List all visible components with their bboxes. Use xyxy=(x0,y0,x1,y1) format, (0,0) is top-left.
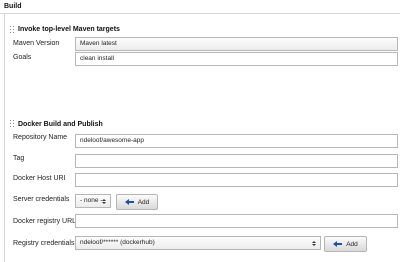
drag-handle-icon[interactable] xyxy=(10,26,15,34)
goals-label: Goals xyxy=(13,54,32,61)
tag-input[interactable] xyxy=(75,154,398,168)
docker-host-uri-label: Docker Host URI xyxy=(13,175,66,182)
docker-registry-url-input[interactable] xyxy=(75,214,398,228)
registry-credentials-value: ndeloof/****** (dockerhub) xyxy=(80,239,155,246)
repository-name-input[interactable]: ndeloof/awesome-app xyxy=(75,134,398,148)
maven-version-select[interactable]: Maven latest xyxy=(75,37,398,51)
goals-input[interactable]: clean install xyxy=(75,52,398,66)
drag-handle-icon[interactable] xyxy=(10,120,15,128)
docker-host-uri-input[interactable] xyxy=(75,173,398,187)
server-credentials-value: - none - xyxy=(80,197,103,204)
repository-name-label: Repository Name xyxy=(13,134,68,141)
build-section-title: Build xyxy=(4,3,22,10)
registry-credentials-label: Registry credentials xyxy=(13,240,75,247)
add-button-label: Add xyxy=(137,198,150,206)
left-border xyxy=(4,13,5,262)
server-credentials-label: Server credentials xyxy=(13,196,70,203)
select-arrows-icon xyxy=(102,198,107,204)
add-arrow-icon xyxy=(124,199,134,205)
tag-label: Tag xyxy=(13,155,25,162)
add-button-label: Add xyxy=(346,240,358,248)
add-server-credentials-button[interactable]: Add xyxy=(116,194,158,210)
build-title-divider xyxy=(0,13,400,14)
registry-credentials-select[interactable]: ndeloof/****** (dockerhub) xyxy=(75,236,321,250)
maven-version-value: Maven latest xyxy=(80,40,117,47)
select-arrows-icon xyxy=(312,240,316,246)
add-arrow-icon xyxy=(333,241,343,247)
maven-version-label: Maven Version xyxy=(13,40,60,47)
maven-step-title: Invoke top-level Maven targets xyxy=(18,26,120,33)
server-credentials-select[interactable]: - none - xyxy=(75,194,111,208)
docker-step-title: Docker Build and Publish xyxy=(18,121,103,128)
docker-registry-url-label: Docker registry URL xyxy=(13,218,77,225)
add-registry-credentials-button[interactable]: Add xyxy=(324,236,367,252)
